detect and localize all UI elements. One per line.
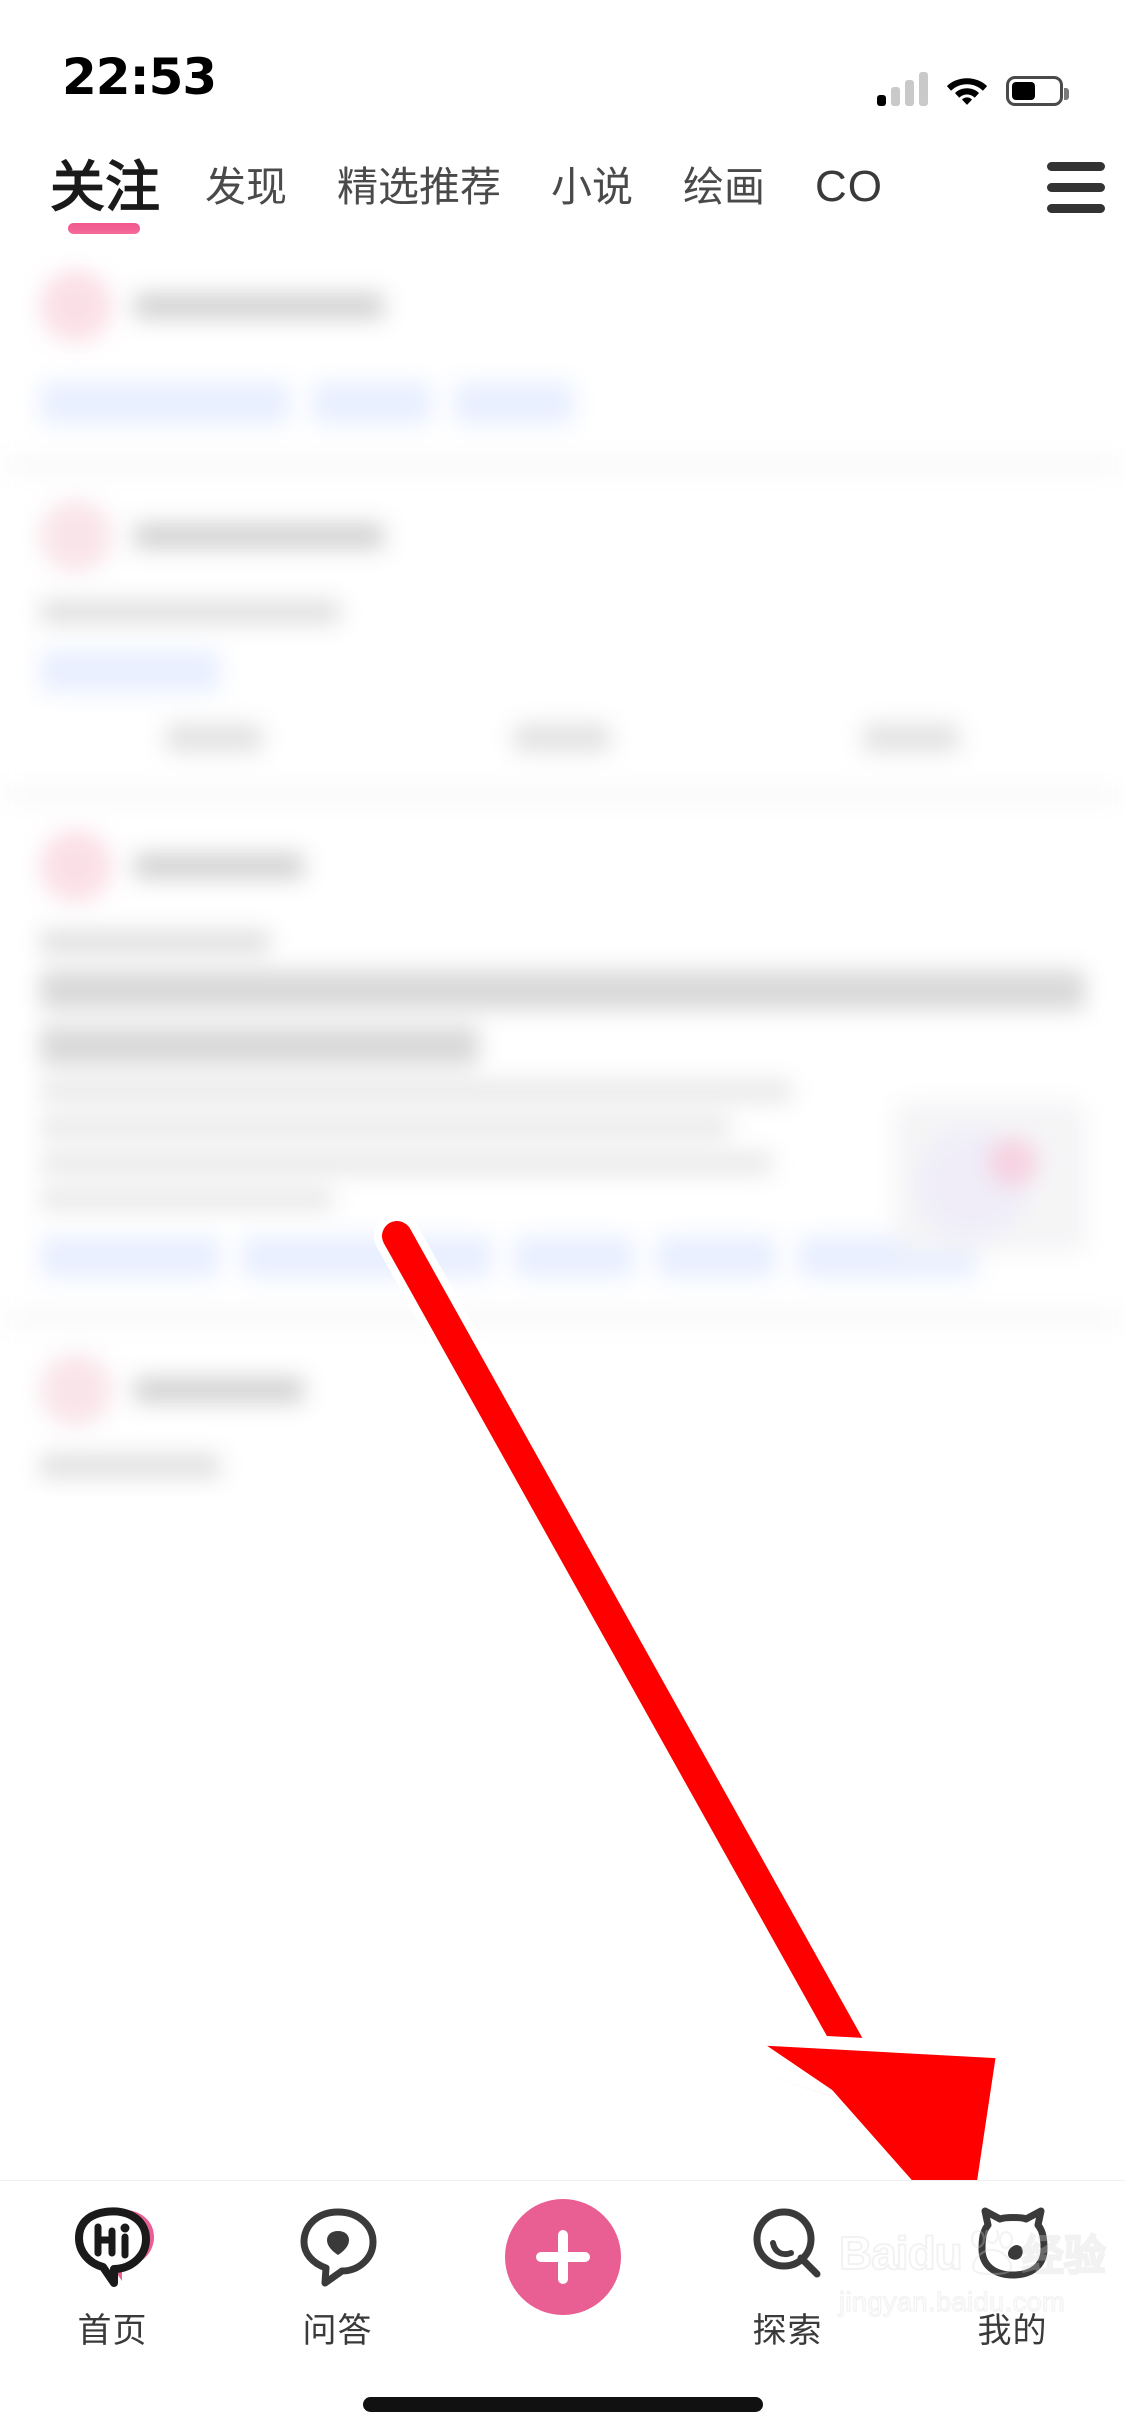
tab-co[interactable]: CO [790,132,908,242]
profile-cat-face-icon [970,2203,1056,2289]
wifi-icon [946,78,988,105]
phone-screen: 22:53 关注 发现 精选推荐 小说 绘画 CO 首页 问答 探索 我的 [0,0,1125,2436]
tab-xiaoshuo[interactable]: 小说 [526,132,658,242]
feed-post[interactable] [0,1312,1125,1518]
active-tab-underline [68,223,140,234]
cellular-signal-icon [877,72,928,106]
nav-item-home[interactable]: 首页 [0,2203,225,2352]
top-tab-bar: 关注 发现 精选推荐 小说 绘画 CO [0,132,1125,242]
nav-label: 探索 [752,2312,823,2350]
tab-huihua[interactable]: 绘画 [658,132,790,242]
qa-chat-bubble-icon [295,2203,381,2289]
tab-label: 关注 [50,156,161,218]
feed-post[interactable] [0,788,1125,1312]
tab-faxian[interactable]: 发现 [180,132,312,242]
status-time: 22:53 [62,48,217,106]
tab-jingxuantuijian[interactable]: 精选推荐 [312,132,526,242]
hamburger-menu-icon[interactable] [1041,156,1107,218]
plus-add-icon[interactable] [504,2199,621,2315]
tab-guanzhu[interactable]: 关注 [28,132,180,242]
battery-icon [1006,76,1069,106]
nav-label: 我的 [977,2312,1048,2350]
nav-label: 首页 [77,2312,148,2350]
home-indicator-bar [362,2397,763,2412]
nav-item-create[interactable] [450,2199,675,2315]
status-bar: 22:53 [0,0,1125,132]
status-indicators [877,72,1069,106]
nav-item-qa[interactable]: 问答 [225,2203,450,2352]
feed-post[interactable] [0,242,1125,458]
feed-list[interactable] [0,242,1125,2182]
nav-item-profile[interactable]: 我的 [900,2203,1125,2352]
nav-label: 问答 [302,2312,373,2350]
home-hi-bubble-icon [70,2203,156,2289]
feed-post[interactable] [0,458,1125,788]
nav-item-explore[interactable]: 探索 [675,2203,900,2352]
explore-search-icon [745,2203,831,2289]
